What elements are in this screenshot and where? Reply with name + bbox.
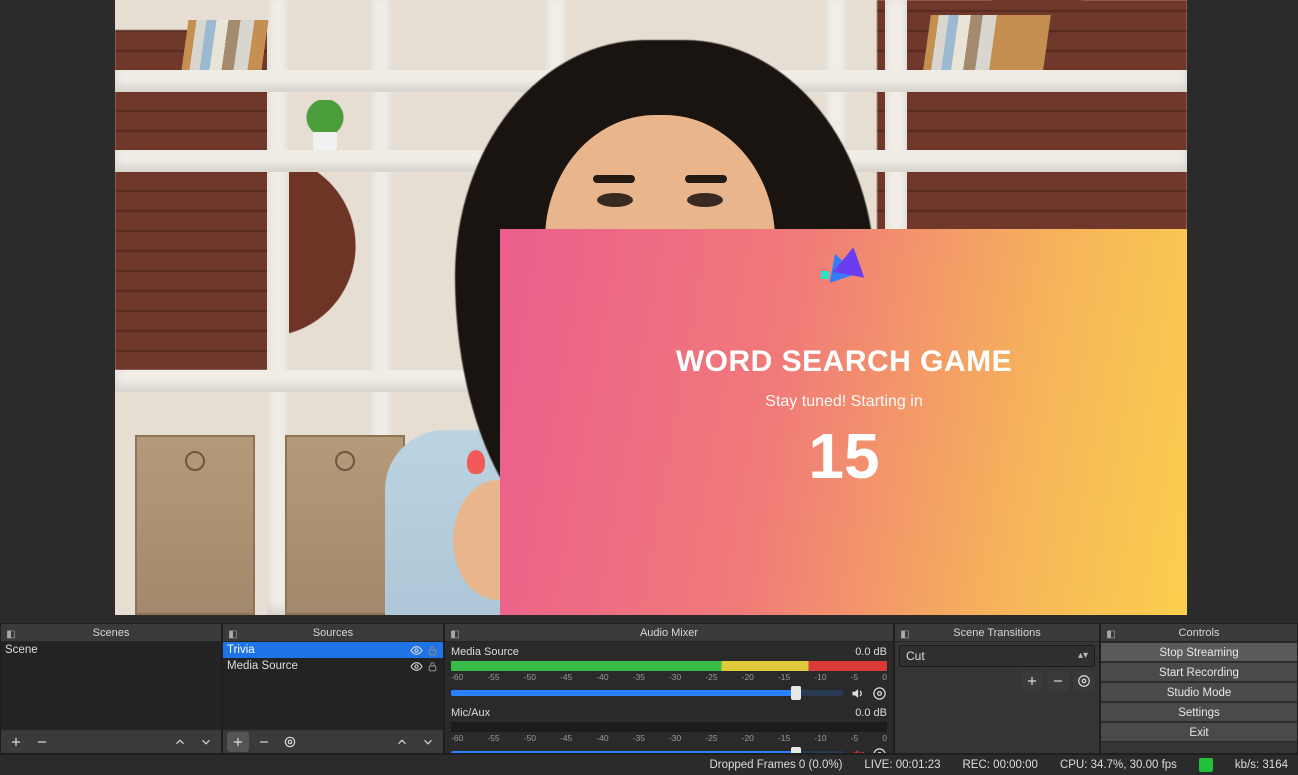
sources-list[interactable]: Trivia Media Source (223, 642, 443, 729)
mixer-body: Media Source 0.0 dB -60-55-50-45-40-35-3… (445, 642, 893, 753)
source-row-trivia[interactable]: Trivia (223, 642, 443, 658)
visibility-icon[interactable] (409, 643, 423, 657)
transitions-title: ◧ Scene Transitions (895, 624, 1099, 642)
mixer-title: ◧ Audio Mixer (445, 624, 893, 642)
overlay-title: WORD SEARCH GAME (676, 345, 1012, 379)
source-row-media[interactable]: Media Source (223, 658, 443, 674)
exit-button[interactable]: Exit (1101, 722, 1297, 742)
detach-icon[interactable]: ◧ (5, 626, 17, 638)
plant-decor (305, 100, 345, 150)
eye (597, 193, 633, 207)
lock-icon[interactable] (425, 643, 439, 657)
studio-mode-button[interactable]: Studio Mode (1101, 682, 1297, 702)
overlay-countdown: 15 (808, 419, 879, 493)
scenes-title-label: Scenes (93, 627, 130, 639)
channel-db: 0.0 dB (855, 707, 887, 719)
channel-db: 0.0 dB (855, 646, 887, 658)
volume-slider[interactable] (451, 690, 843, 696)
transition-selected-label: Cut (906, 649, 925, 663)
channel-meter (451, 661, 887, 671)
transitions-dock: ◧ Scene Transitions Cut ▴▾ (894, 623, 1100, 754)
stop-streaming-button[interactable]: Stop Streaming (1101, 642, 1297, 662)
books-decor (181, 20, 268, 70)
detach-icon[interactable]: ◧ (899, 626, 911, 638)
status-live-time: LIVE: 00:01:23 (864, 759, 940, 771)
visibility-icon[interactable] (409, 659, 423, 673)
move-source-up-button[interactable] (391, 732, 413, 752)
game-overlay: WORD SEARCH GAME Stay tuned! Starting in… (500, 229, 1187, 615)
move-source-down-button[interactable] (417, 732, 439, 752)
preview-area[interactable]: WORD SEARCH GAME Stay tuned! Starting in… (0, 0, 1298, 623)
channel-ticks: -60-55-50-45-40-35-30-25-20-15-10-50 (451, 672, 887, 682)
nail-polish (467, 450, 485, 474)
transitions-title-label: Scene Transitions (953, 627, 1040, 639)
preview-canvas[interactable]: WORD SEARCH GAME Stay tuned! Starting in… (115, 0, 1187, 615)
add-source-button[interactable] (227, 732, 249, 752)
transitions-body: Cut ▴▾ (895, 642, 1099, 753)
scenes-dock: ◧ Scenes Scene (0, 623, 222, 754)
chevron-updown-icon: ▴▾ (1078, 651, 1088, 661)
scenes-title: ◧ Scenes (1, 624, 221, 642)
channel-meter (451, 722, 887, 732)
status-bar: Dropped Frames 0 (0.0%) LIVE: 00:01:23 R… (0, 754, 1298, 775)
detach-icon[interactable]: ◧ (1105, 626, 1117, 638)
channel-settings-icon[interactable] (871, 746, 887, 753)
controls-dock: ◧ Controls Stop Streaming Start Recordin… (1100, 623, 1298, 754)
mixer-title-label: Audio Mixer (640, 627, 698, 639)
audio-mixer-dock: ◧ Audio Mixer Media Source 0.0 dB -60-55… (444, 623, 894, 754)
remove-scene-button[interactable] (31, 732, 53, 752)
controls-title-label: Controls (1179, 627, 1220, 639)
source-label: Trivia (227, 644, 255, 656)
status-dropped-frames: Dropped Frames 0 (0.0%) (709, 759, 842, 771)
move-scene-down-button[interactable] (195, 732, 217, 752)
move-scene-up-button[interactable] (169, 732, 191, 752)
transition-select[interactable]: Cut ▴▾ (899, 645, 1095, 667)
sources-title-label: Sources (313, 627, 353, 639)
scenes-toolbar (1, 729, 221, 753)
sources-toolbar (223, 729, 443, 753)
detach-icon[interactable]: ◧ (227, 626, 239, 638)
settings-button[interactable]: Settings (1101, 702, 1297, 722)
cabinet-decor (135, 435, 255, 615)
eye (687, 193, 723, 207)
detach-icon[interactable]: ◧ (449, 626, 461, 638)
mixer-channel-media: Media Source 0.0 dB -60-55-50-45-40-35-3… (445, 642, 893, 703)
transition-settings-button[interactable] (1073, 671, 1095, 691)
sources-title: ◧ Sources (223, 624, 443, 642)
docks-row: ◧ Scenes Scene ◧ Sources (0, 623, 1298, 754)
source-properties-button[interactable] (279, 732, 301, 752)
status-bitrate: kb/s: 3164 (1235, 759, 1288, 771)
channel-settings-icon[interactable] (871, 685, 887, 701)
controls-title: ◧ Controls (1101, 624, 1297, 642)
overlay-subtitle: Stay tuned! Starting in (765, 393, 922, 411)
add-transition-button[interactable] (1021, 671, 1043, 691)
add-scene-button[interactable] (5, 732, 27, 752)
status-cpu-fps: CPU: 34.7%, 30.00 fps (1060, 759, 1177, 771)
lock-icon[interactable] (425, 659, 439, 673)
volume-slider[interactable] (451, 751, 843, 753)
scene-row[interactable]: Scene (1, 642, 221, 658)
speaker-icon[interactable] (849, 685, 865, 701)
channel-name: Media Source (451, 646, 519, 658)
eyebrow (685, 175, 727, 183)
status-rec-time: REC: 00:00:00 (963, 759, 1038, 771)
remove-transition-button[interactable] (1047, 671, 1069, 691)
scene-label: Scene (5, 644, 38, 656)
speaker-muted-icon[interactable] (849, 746, 865, 753)
remove-source-button[interactable] (253, 732, 275, 752)
scenes-list[interactable]: Scene (1, 642, 221, 729)
mixer-channel-mic: Mic/Aux 0.0 dB -60-55-50-45-40-35-30-25-… (445, 703, 893, 753)
source-label: Media Source (227, 660, 298, 672)
channel-ticks: -60-55-50-45-40-35-30-25-20-15-10-50 (451, 733, 887, 743)
books-decor (923, 15, 1051, 70)
overlay-logo-icon (821, 247, 867, 285)
eyebrow (593, 175, 635, 183)
controls-body: Stop Streaming Start Recording Studio Mo… (1101, 642, 1297, 753)
sources-dock: ◧ Sources Trivia Media Source (222, 623, 444, 754)
channel-name: Mic/Aux (451, 707, 490, 719)
obs-app: WORD SEARCH GAME Stay tuned! Starting in… (0, 0, 1298, 775)
start-recording-button[interactable]: Start Recording (1101, 662, 1297, 682)
status-health-icon (1199, 758, 1213, 772)
